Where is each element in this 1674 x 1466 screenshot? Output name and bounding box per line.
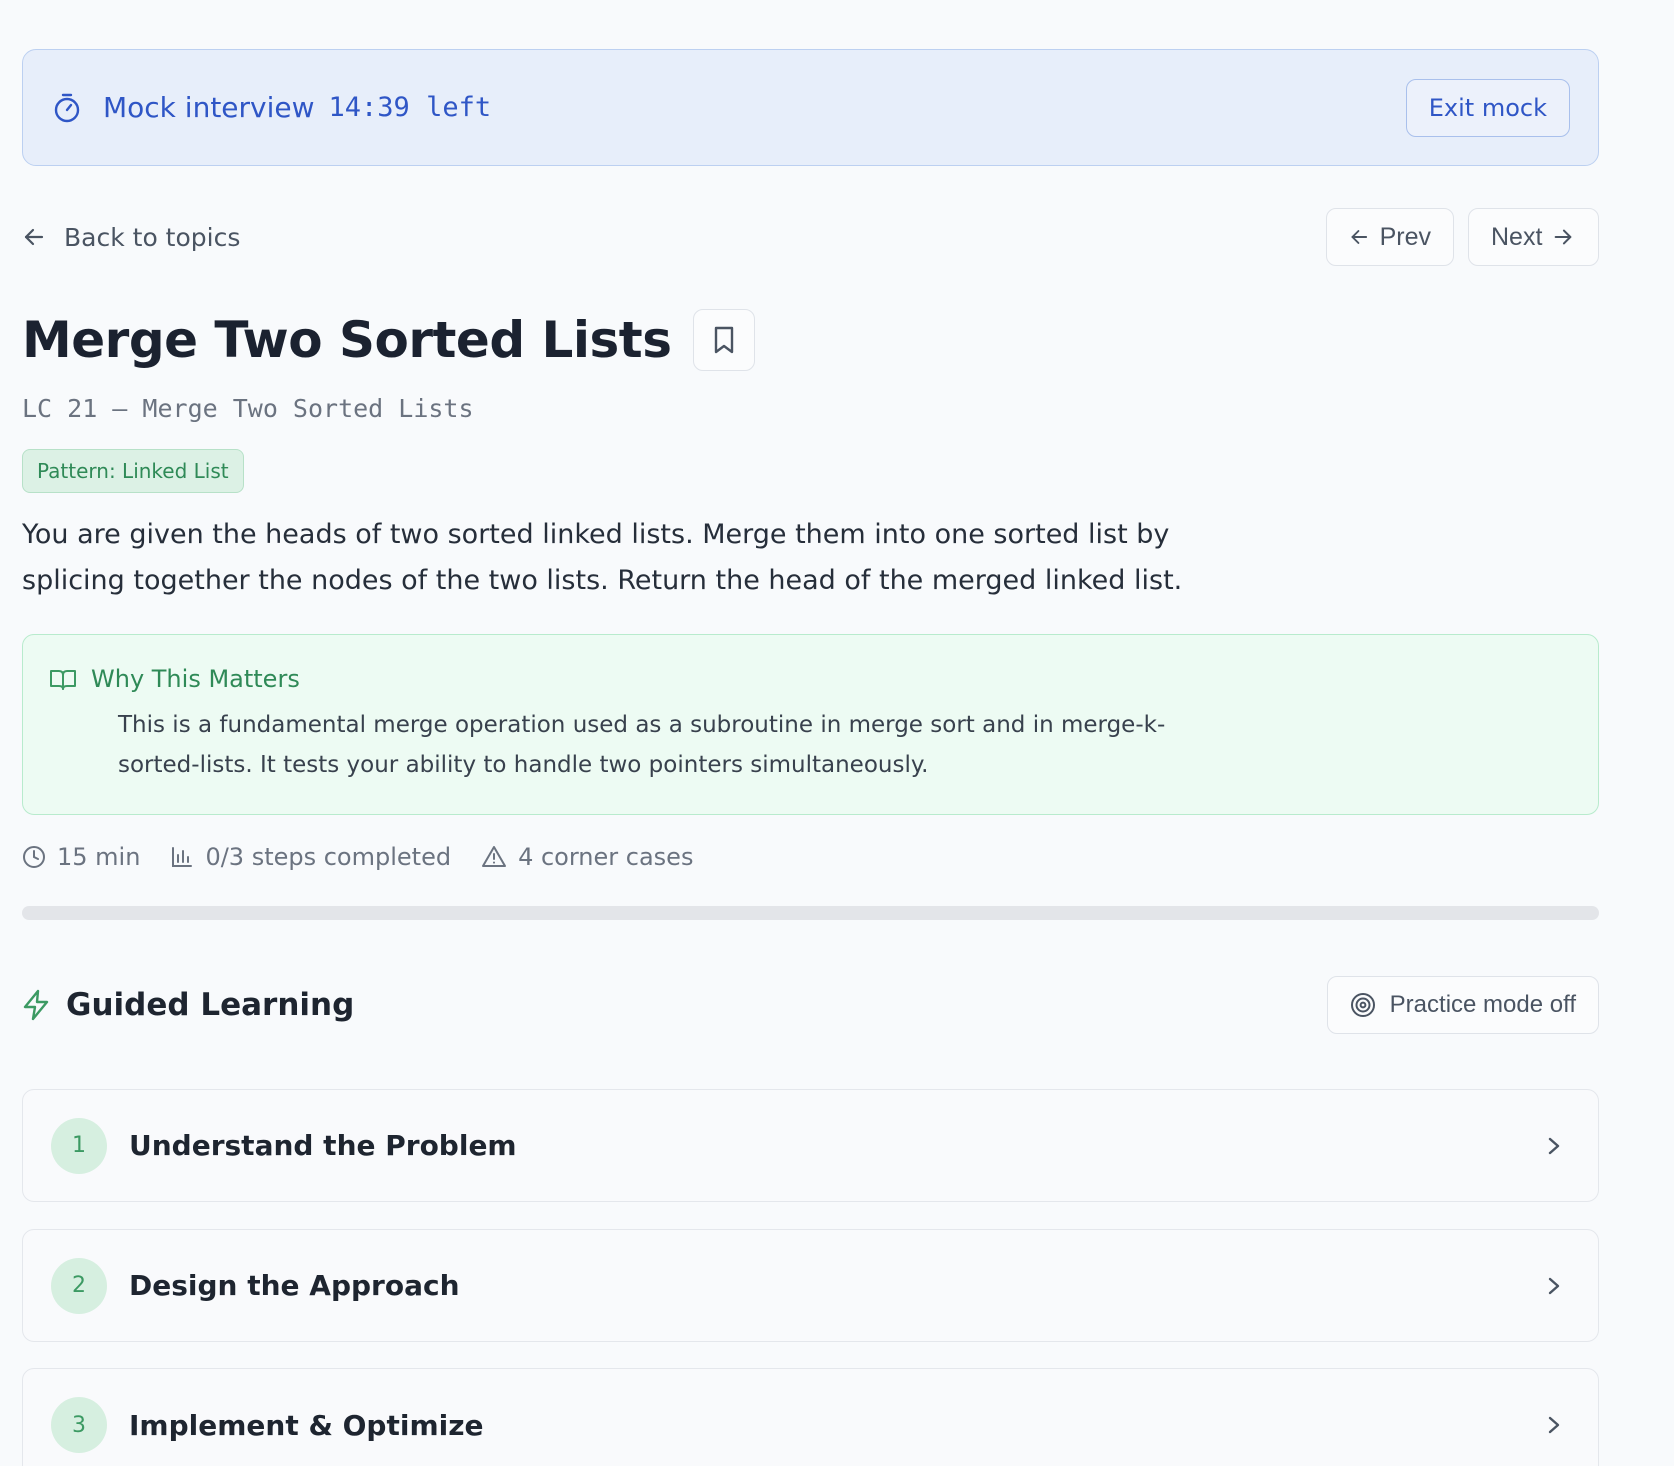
corner-cases-label: 4 corner cases [518,843,694,871]
why-this-matters-title: Why This Matters [91,665,300,693]
step-label: Understand the Problem [129,1129,517,1162]
prev-label: Prev [1379,222,1431,251]
navigation-row: Back to topics Prev Next [22,208,1599,266]
chevron-right-icon [1548,1277,1560,1294]
time-estimate: 15 min [22,843,140,871]
pager: Prev Next [1326,208,1599,266]
exit-mock-button[interactable]: Exit mock [1405,78,1570,137]
why-this-matters-body: This is a fundamental merge operation us… [118,712,1166,778]
step-card[interactable]: 3 Implement & Optimize [22,1368,1599,1466]
prev-button[interactable]: Prev [1326,208,1454,266]
arrow-left-icon [1351,230,1368,244]
chevron-right-icon [1548,1137,1560,1154]
time-estimate-label: 15 min [57,843,141,871]
step-card[interactable]: 1 Understand the Problem [22,1089,1599,1202]
corner-cases: 4 corner cases [481,843,693,871]
lightning-icon [23,989,49,1021]
step-number: 2 [51,1257,107,1314]
bar-chart-icon [172,847,193,867]
step-number: 1 [51,1117,107,1174]
step-number: 3 [51,1397,107,1453]
pattern-badge: Pattern: Linked List [22,449,244,493]
stopwatch-icon [53,93,81,123]
clock-icon [23,846,45,868]
arrow-right-icon [1555,229,1572,245]
target-icon [1350,993,1375,1017]
back-to-topics-link[interactable]: Back to topics [22,223,240,252]
arrow-left-icon [24,228,44,246]
problem-subtitle: LC 21 – Merge Two Sorted Lists [22,394,474,423]
problem-description: You are given the heads of two sorted li… [22,519,1183,596]
title-row: Merge Two Sorted Lists [22,308,756,372]
progress-bar [22,906,1599,920]
mock-interview-banner: Mock interview 14:39 left Exit mock [22,49,1599,166]
mock-time-left: 14:39 left [328,92,492,123]
problem-page: Mock interview 14:39 left Exit mock Back… [0,0,1674,1466]
practice-mode-label: Practice mode off [1389,991,1576,1018]
step-label: Implement & Optimize [129,1408,484,1442]
warning-icon [482,846,507,867]
step-card[interactable]: 2 Design the Approach [22,1229,1599,1342]
chevron-right-icon [1548,1416,1560,1434]
why-this-matters-box: Why This Matters This is a fundamental m… [22,634,1599,815]
problem-stats: 15 min 0/3 steps completed 4 corner case… [22,843,723,871]
steps-completed-label: 0/3 steps completed [205,843,452,871]
practice-mode-toggle[interactable]: Practice mode off [1326,976,1599,1034]
why-this-matters-header: Why This Matters [49,665,1572,693]
back-to-topics-label: Back to topics [64,222,241,252]
step-label: Design the Approach [129,1269,460,1302]
steps-completed: 0/3 steps completed [170,843,451,871]
next-label: Next [1491,222,1543,251]
guided-learning-title: Guided Learning [66,987,355,1023]
next-button[interactable]: Next [1468,208,1599,266]
mock-interview-title: Mock interview [103,91,315,124]
open-book-icon [50,670,76,690]
bookmark-icon [715,326,734,354]
bookmark-button[interactable] [693,309,756,371]
page-title: Merge Two Sorted Lists [22,311,672,369]
guided-learning-header: Guided Learning Practice mode off [22,976,1599,1034]
